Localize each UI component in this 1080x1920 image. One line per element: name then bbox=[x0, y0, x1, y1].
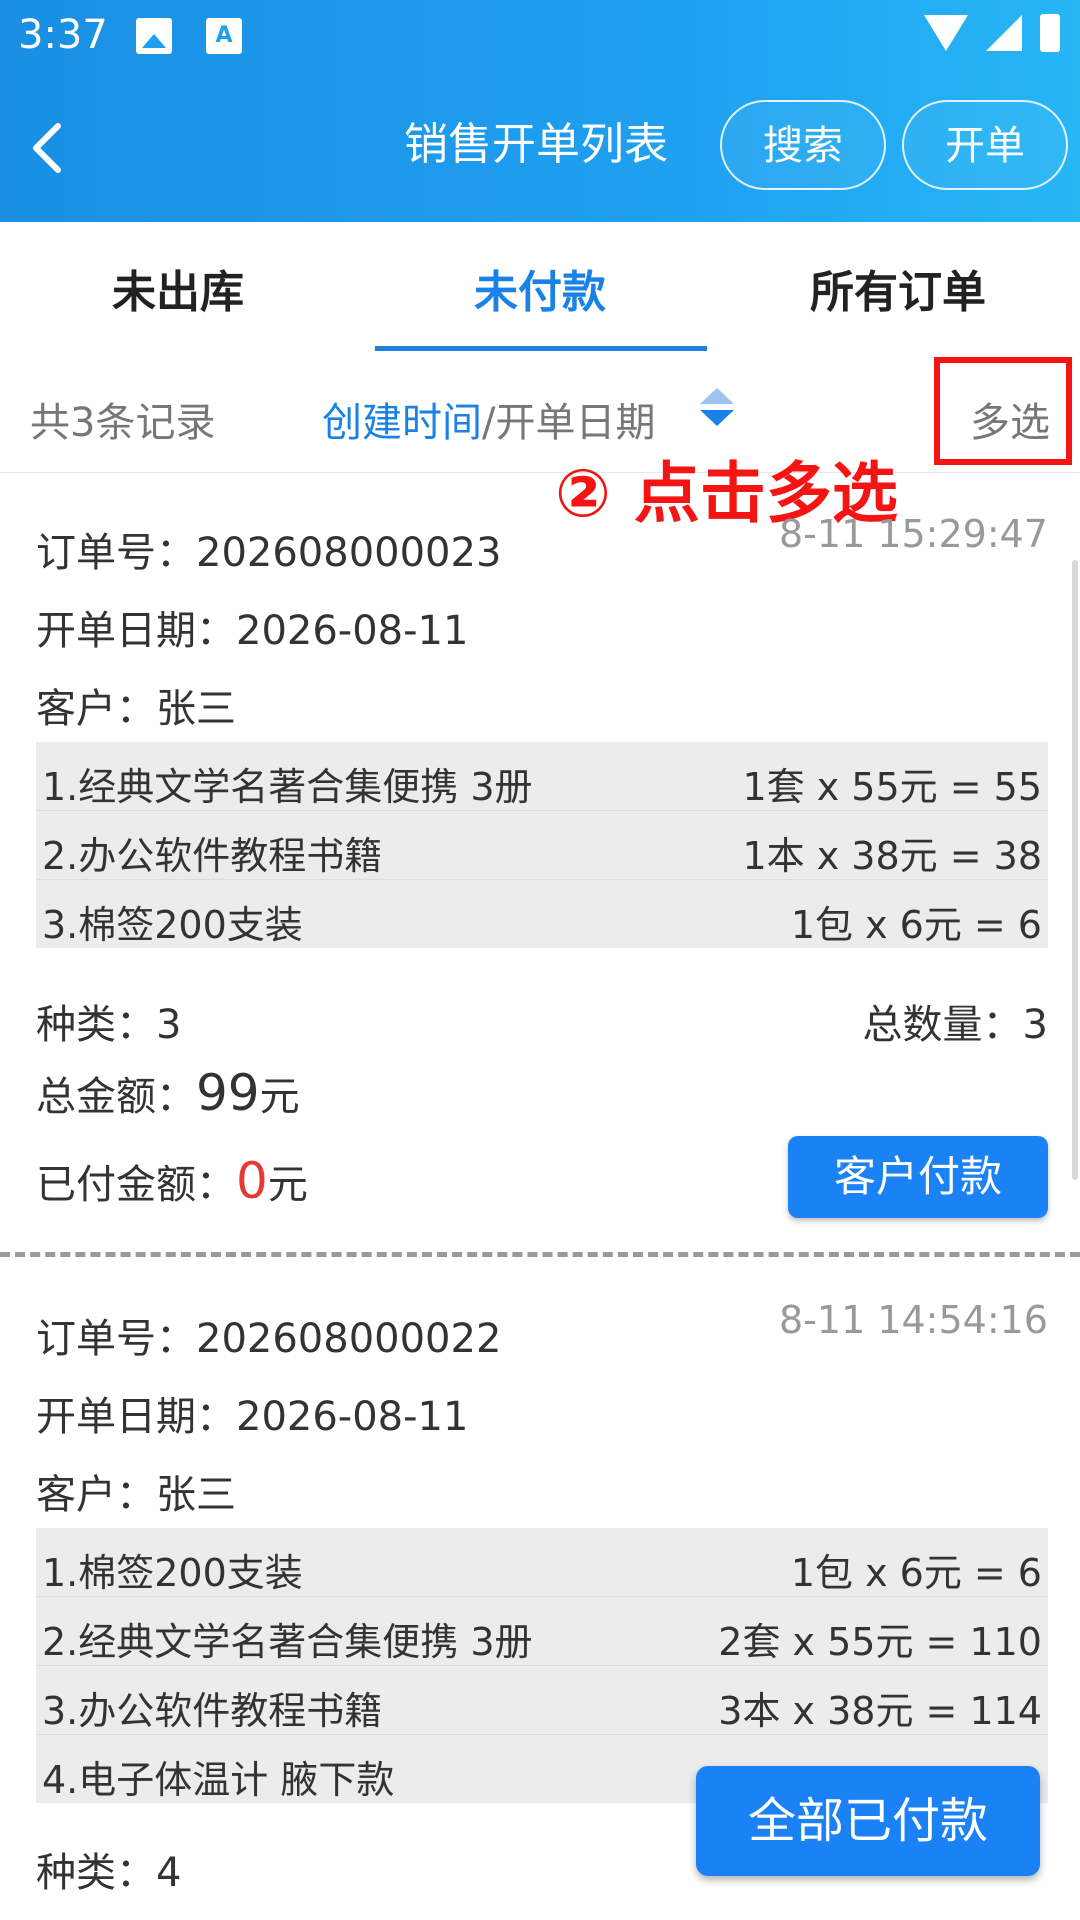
customer-pay-button[interactable]: 客户付款 bbox=[788, 1136, 1048, 1218]
order-number: 订单号：202608000022 bbox=[36, 1316, 502, 1362]
list-item: 3.办公软件教程书籍 3本 x 38元 = 114 bbox=[36, 1666, 1048, 1735]
tab-bar: 未出库 未付款 所有订单 bbox=[0, 222, 1080, 351]
status-system-icons bbox=[924, 14, 1060, 52]
list-item: 1.棉签200支装 1包 x 6元 = 6 bbox=[36, 1528, 1048, 1597]
record-count: 共3条记录 bbox=[30, 400, 216, 446]
total-amount: 总金额：99元 bbox=[36, 1064, 300, 1122]
card-divider bbox=[0, 1252, 1080, 1257]
tab-unpaid[interactable]: 未付款 bbox=[474, 256, 606, 320]
order-card[interactable]: 订单号：202608000023 8-11 15:29:47 开单日期：2026… bbox=[0, 472, 1080, 1252]
wifi-icon bbox=[924, 15, 968, 51]
total-quantity: 总数量：3 bbox=[862, 1002, 1048, 1048]
annotation-highlight-box bbox=[934, 357, 1072, 465]
page-title: 销售开单列表 bbox=[404, 119, 668, 170]
customer: 客户：张三 bbox=[36, 1472, 236, 1518]
sort-arrows-icon[interactable] bbox=[700, 388, 734, 426]
app-header: 3:37 A 销售开单列表 搜索 开单 bbox=[0, 0, 1080, 222]
paid-amount: 已付金额：0元 bbox=[36, 1152, 308, 1210]
order-date: 开单日期：2026-08-11 bbox=[36, 608, 469, 654]
list-item: 2.办公软件教程书籍 1本 x 38元 = 38 bbox=[36, 811, 1048, 880]
image-notification-icon bbox=[136, 18, 172, 54]
battery-icon bbox=[1040, 14, 1060, 52]
order-date: 开单日期：2026-08-11 bbox=[36, 1394, 469, 1440]
tab-all-orders[interactable]: 所有订单 bbox=[810, 256, 986, 320]
search-button[interactable]: 搜索 bbox=[720, 100, 886, 190]
create-order-button[interactable]: 开单 bbox=[902, 100, 1068, 190]
order-number: 订单号：202608000023 bbox=[36, 530, 502, 576]
mark-all-paid-button[interactable]: 全部已付款 bbox=[696, 1766, 1040, 1876]
sort-created-time[interactable]: 创建时间 bbox=[322, 400, 482, 446]
filter-bar: 共3条记录 创建时间/开单日期 多选 bbox=[0, 350, 1080, 473]
order-time: 8-11 14:54:16 bbox=[779, 1298, 1048, 1342]
status-notification-icons: A bbox=[136, 18, 242, 54]
order-time: 8-11 15:29:47 bbox=[779, 512, 1048, 556]
list-item: 3.棉签200支装 1包 x 6元 = 6 bbox=[42, 903, 1042, 947]
status-time: 3:37 bbox=[18, 12, 108, 58]
app-notification-icon: A bbox=[206, 18, 242, 54]
list-item: 1.经典文学名著合集便携 3册 1套 x 55元 = 55 bbox=[36, 742, 1048, 811]
kinds-count: 种类：4 bbox=[36, 1850, 182, 1896]
tab-not-shipped[interactable]: 未出库 bbox=[112, 256, 244, 320]
list-item: 2.经典文学名著合集便携 3册 2套 x 55元 = 110 bbox=[36, 1597, 1048, 1666]
signal-icon bbox=[986, 15, 1022, 51]
kinds-count: 种类：3 bbox=[36, 1002, 182, 1048]
item-list: 1.经典文学名著合集便携 3册 1套 x 55元 = 55 2.办公软件教程书籍 1… bbox=[36, 742, 1048, 948]
item-list: 1.棉签200支装 1包 x 6元 = 6 2.经典文学名著合集便携 3册 2套 x… bbox=[36, 1528, 1048, 1803]
scrollbar[interactable] bbox=[1072, 560, 1078, 1180]
back-arrow-icon[interactable] bbox=[28, 118, 68, 178]
customer: 客户：张三 bbox=[36, 686, 236, 732]
